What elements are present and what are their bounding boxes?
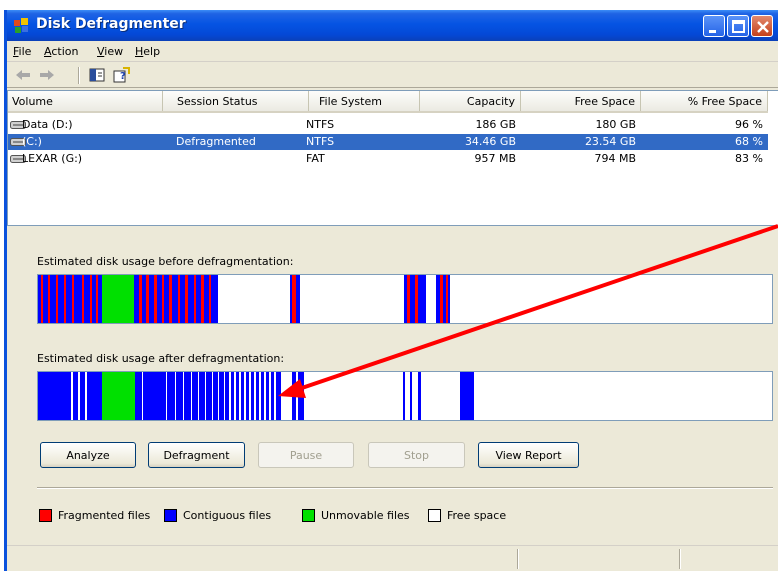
volume-capacity: 34.46 GB bbox=[464, 135, 516, 148]
volume-session-status: Defragmented bbox=[176, 135, 256, 148]
volume-row[interactable]: (C:) Defragmented NTFS 34.46 GB 23.54 GB… bbox=[8, 134, 768, 150]
show-hide-console-tree-icon[interactable] bbox=[87, 66, 107, 84]
after-usage-bar bbox=[37, 371, 773, 421]
toolbar: ? bbox=[7, 63, 778, 88]
close-icon bbox=[757, 21, 769, 33]
unmovable-legend-label: Unmovable files bbox=[321, 509, 410, 522]
column-header-session-status[interactable]: Session Status bbox=[163, 91, 309, 111]
legend-divider bbox=[37, 487, 773, 488]
volume-percent-free: 83 % bbox=[735, 152, 763, 165]
volume-list[interactable]: Volume Session Status File System Capaci… bbox=[7, 90, 778, 226]
minimize-button[interactable] bbox=[703, 15, 725, 37]
menu-help[interactable]: Help bbox=[135, 45, 160, 58]
after-usage-graphic bbox=[38, 372, 474, 420]
maximize-button[interactable] bbox=[727, 15, 749, 37]
status-bar-separator bbox=[679, 549, 680, 569]
volume-percent-free: 68 % bbox=[735, 135, 763, 148]
free-space-legend-swatch bbox=[428, 509, 441, 522]
volume-list-header: Volume Session Status File System Capaci… bbox=[8, 91, 768, 113]
window-title: Disk Defragmenter bbox=[36, 16, 186, 32]
before-usage-graphic bbox=[38, 275, 450, 323]
defragmenter-app-icon bbox=[14, 18, 28, 33]
menu-file[interactable]: File bbox=[13, 45, 31, 58]
volume-capacity: 186 GB bbox=[475, 118, 516, 131]
menu-bar: File Action View Help bbox=[7, 41, 778, 62]
status-bar bbox=[7, 545, 778, 571]
minimize-icon bbox=[709, 30, 716, 33]
fragmented-legend-swatch bbox=[39, 509, 52, 522]
svg-text:?: ? bbox=[120, 71, 126, 82]
column-header-capacity[interactable]: Capacity bbox=[420, 91, 521, 111]
column-header-volume[interactable]: Volume bbox=[8, 91, 163, 111]
maximize-icon bbox=[732, 20, 745, 33]
volume-name: Data (D:) bbox=[22, 118, 73, 131]
status-bar-separator bbox=[517, 549, 518, 569]
disk-defragmenter-window: Disk Defragmenter File Action View Help bbox=[4, 10, 778, 571]
unmovable-legend-swatch bbox=[302, 509, 315, 522]
stop-button[interactable]: Stop bbox=[368, 442, 465, 468]
volume-name: (C:) bbox=[22, 135, 42, 148]
title-bar[interactable]: Disk Defragmenter bbox=[7, 10, 778, 41]
volume-file-system: FAT bbox=[306, 152, 325, 165]
volume-name: LEXAR (G:) bbox=[22, 152, 83, 165]
toolbar-separator bbox=[78, 67, 79, 84]
volume-capacity: 957 MB bbox=[474, 152, 516, 165]
contiguous-legend-label: Contiguous files bbox=[183, 509, 272, 522]
after-usage-caption: Estimated disk usage after defragmentati… bbox=[37, 352, 285, 365]
column-header-percent-free-space[interactable]: % Free Space bbox=[641, 91, 768, 111]
volume-row[interactable]: LEXAR (G:) FAT 957 MB 794 MB 83 % bbox=[8, 151, 768, 167]
before-usage-bar bbox=[37, 274, 773, 324]
analyze-button[interactable]: Analyze bbox=[40, 442, 136, 468]
volume-free-space: 23.54 GB bbox=[584, 135, 636, 148]
fragmented-legend-label: Fragmented files bbox=[58, 509, 151, 522]
contiguous-legend-swatch bbox=[164, 509, 177, 522]
menu-view[interactable]: View bbox=[97, 45, 123, 58]
volume-free-space: 180 GB bbox=[595, 118, 636, 131]
help-icon[interactable]: ? bbox=[111, 66, 131, 84]
column-header-file-system[interactable]: File System bbox=[309, 91, 420, 111]
column-header-free-space[interactable]: Free Space bbox=[521, 91, 641, 111]
close-button[interactable] bbox=[751, 15, 773, 37]
back-arrow-icon[interactable] bbox=[13, 66, 33, 84]
view-report-button[interactable]: View Report bbox=[478, 442, 579, 468]
pause-button[interactable]: Pause bbox=[258, 442, 354, 468]
defragment-button[interactable]: Defragment bbox=[148, 442, 245, 468]
forward-arrow-icon[interactable] bbox=[37, 66, 57, 84]
volume-row[interactable]: Data (D:) NTFS 186 GB 180 GB 96 % bbox=[8, 117, 768, 133]
menu-action[interactable]: Action bbox=[44, 45, 78, 58]
volume-file-system: NTFS bbox=[306, 135, 335, 148]
free-space-legend-label: Free space bbox=[447, 509, 507, 522]
before-usage-caption: Estimated disk usage before defragmentat… bbox=[37, 255, 294, 268]
volume-percent-free: 96 % bbox=[735, 118, 763, 131]
volume-free-space: 794 MB bbox=[594, 152, 636, 165]
volume-file-system: NTFS bbox=[306, 118, 335, 131]
